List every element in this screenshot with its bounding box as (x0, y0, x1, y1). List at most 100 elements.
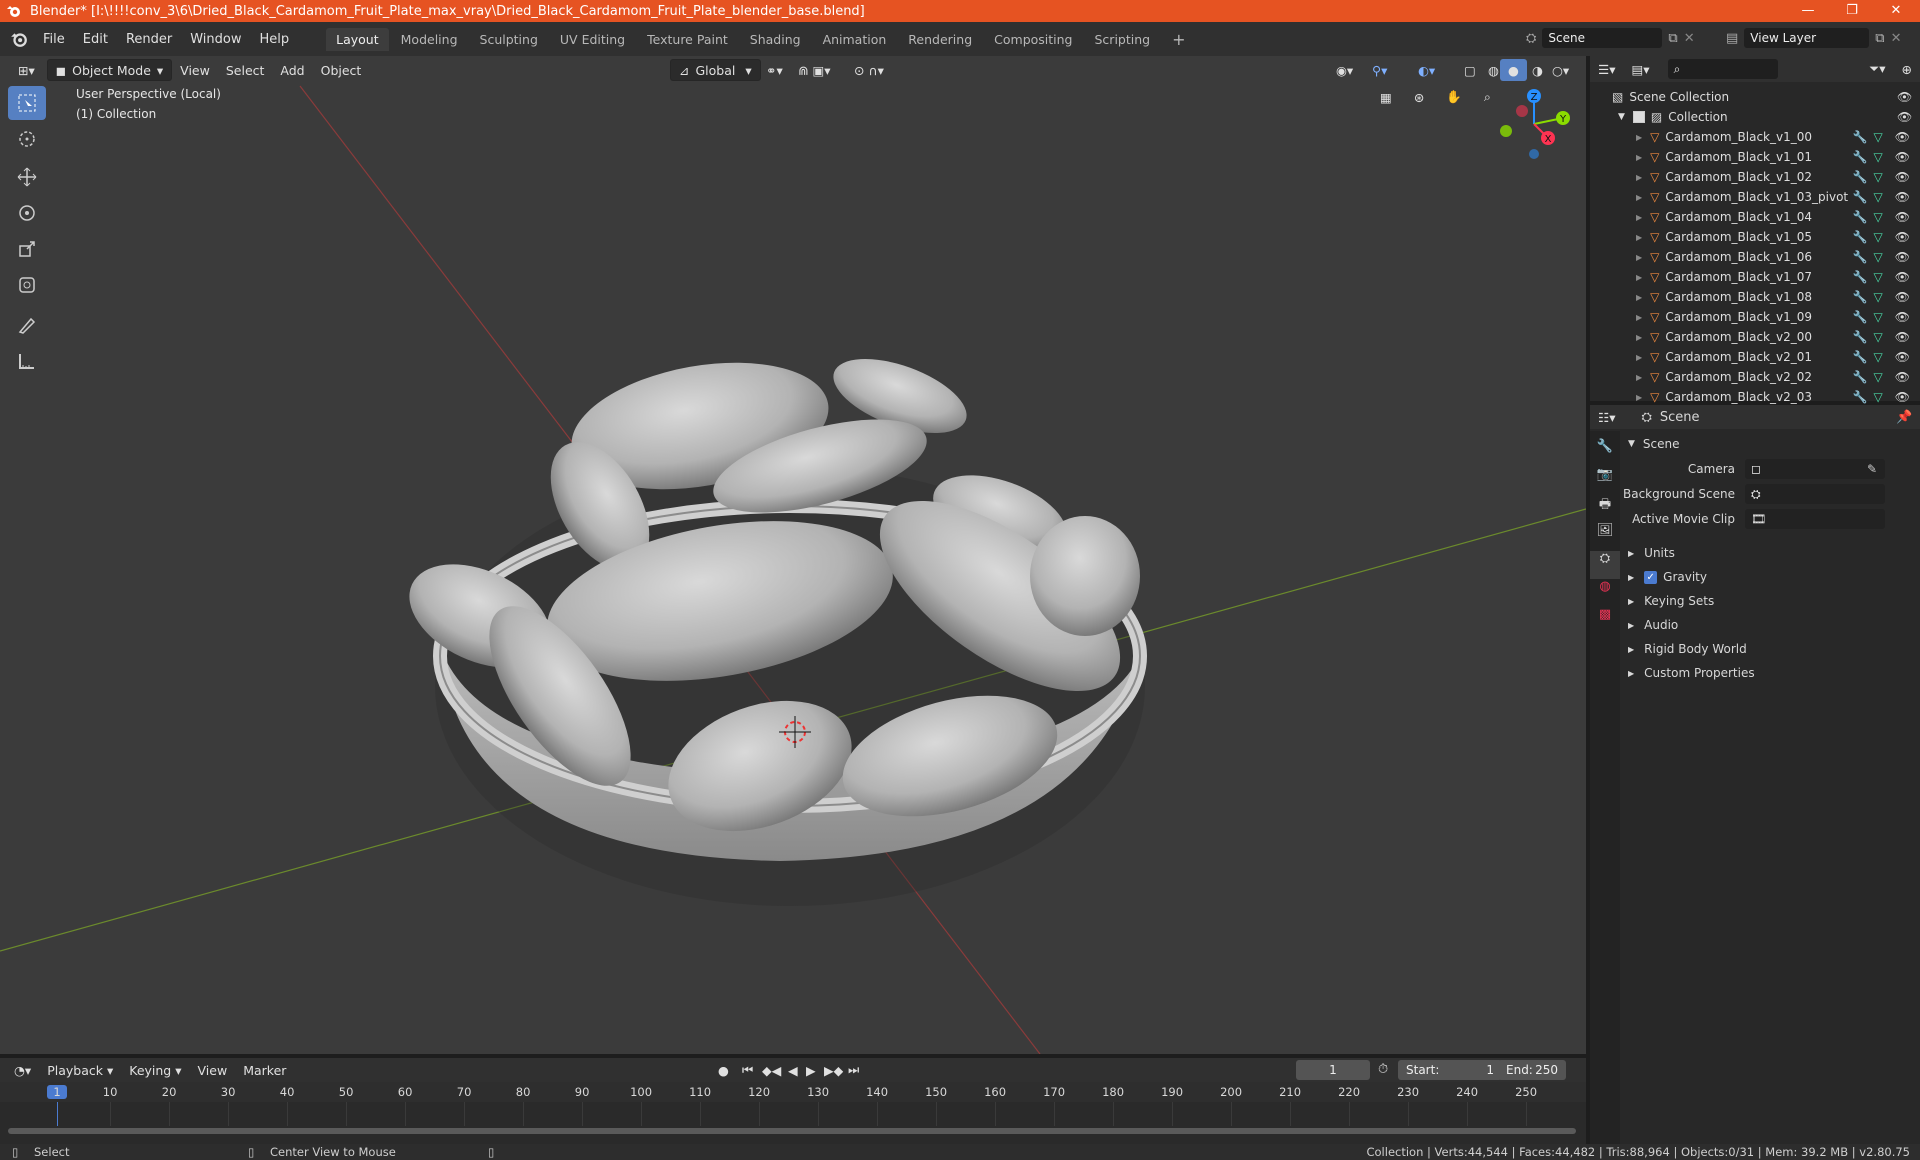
transform-tool-icon[interactable] (8, 268, 46, 302)
filter-icon[interactable]: ⏷▾ (1861, 58, 1893, 80)
collapse-arrow-icon[interactable]: ▶ (1628, 573, 1634, 582)
scene-panel-header[interactable]: ▼ Scene (1620, 432, 1920, 456)
expand-arrow-icon[interactable]: ▶ (1636, 293, 1642, 302)
toggle-grid-icon[interactable]: ▦ (1372, 86, 1400, 108)
collapse-arrow-icon[interactable]: ▶ (1628, 669, 1634, 678)
collection-row[interactable]: ▼ ▨ Collection 👁 (1590, 107, 1920, 127)
mesh-data-icon[interactable]: ▽ (1874, 210, 1883, 224)
section-custom-properties[interactable]: ▶ Custom Properties (1620, 661, 1920, 685)
outliner-search-input[interactable]: ⌕ (1667, 59, 1778, 79)
visibility-icon[interactable]: ◉▾ (1328, 59, 1361, 81)
tab-rendering[interactable]: Rendering (898, 28, 982, 51)
remove-scene-icon[interactable]: ✕ (1684, 31, 1695, 46)
modifier-icon[interactable]: 🔧 (1853, 350, 1868, 364)
modifier-icon[interactable]: 🔧 (1853, 130, 1868, 144)
shading-solid-icon[interactable]: ● (1500, 59, 1527, 81)
outliner-object-row[interactable]: ▶ ▽ Cardamom_Black_v1_01 🔧 ▽ 👁 (1590, 147, 1920, 167)
section-rigid-body-world[interactable]: ▶ Rigid Body World (1620, 637, 1920, 661)
snap-icon[interactable]: ⋒ ▣▾ (790, 59, 839, 81)
end-frame-field[interactable]: End: 250 (1498, 1060, 1566, 1080)
outliner-editor-type-icon[interactable]: ☰▾ (1590, 58, 1623, 80)
eye-icon[interactable]: 👁 (1895, 330, 1910, 344)
mesh-data-icon[interactable]: ▽ (1874, 150, 1883, 164)
scene-tab-icon[interactable]: ⛭ (1590, 551, 1620, 579)
cursor-tool-icon[interactable] (8, 122, 46, 156)
current-frame-field[interactable]: 1 (1296, 1060, 1370, 1080)
tab-compositing[interactable]: Compositing (984, 28, 1082, 51)
eye-icon[interactable]: 👁 (1895, 130, 1910, 144)
new-collection-icon[interactable]: ⊕ (1894, 58, 1920, 80)
modifier-icon[interactable]: 🔧 (1853, 390, 1868, 404)
tab-modeling[interactable]: Modeling (391, 28, 468, 51)
rotate-tool-icon[interactable] (8, 196, 46, 230)
minimize-button[interactable]: — (1786, 0, 1830, 22)
collapse-arrow-icon[interactable]: ▶ (1628, 621, 1634, 630)
output-tab-icon[interactable]: 🖶 (1590, 495, 1620, 523)
pivot-icon[interactable]: ⚭▾ (758, 59, 791, 81)
timeline-menu-marker[interactable]: Marker (235, 1059, 294, 1081)
expand-arrow-icon[interactable]: ▶ (1636, 253, 1642, 262)
world-tab-icon[interactable]: ◍ (1590, 579, 1620, 607)
eye-icon[interactable]: 👁 (1895, 150, 1910, 164)
copy-scene-icon[interactable]: ⧉ (1668, 31, 1677, 46)
viewport-menu-view[interactable]: View (172, 59, 218, 81)
mesh-data-icon[interactable]: ▽ (1874, 230, 1883, 244)
outliner-object-row[interactable]: ▶ ▽ Cardamom_Black_v1_05 🔧 ▽ 👁 (1590, 227, 1920, 247)
timeline-scrollbar[interactable] (8, 1128, 1576, 1134)
section-audio[interactable]: ▶ Audio (1620, 613, 1920, 637)
tab-uv-editing[interactable]: UV Editing (550, 28, 635, 51)
scene-selector[interactable]: ⛭ Scene ⧉ ✕ (1526, 28, 1695, 48)
timeline-menu-playback[interactable]: Playback ▾ (39, 1059, 121, 1081)
background-scene-field[interactable]: Background Scene ⛭ (1620, 482, 1920, 506)
tab-animation[interactable]: Animation (813, 28, 897, 51)
shading-rendered-icon[interactable]: ○▾ (1544, 59, 1577, 81)
3d-viewport[interactable] (0, 56, 1586, 1054)
menu-render[interactable]: Render (117, 32, 181, 47)
select-box-tool-icon[interactable] (8, 86, 46, 120)
eye-icon[interactable]: 👁 (1895, 350, 1910, 364)
mesh-data-icon[interactable]: ▽ (1874, 250, 1883, 264)
tab-layout[interactable]: Layout (326, 27, 389, 51)
annotate-tool-icon[interactable] (8, 308, 46, 342)
expand-arrow-icon[interactable]: ▶ (1636, 373, 1642, 382)
pin-icon[interactable]: 📌 (1896, 410, 1912, 425)
section-units[interactable]: ▶ Units (1620, 541, 1920, 565)
viewlayer-name-field[interactable]: View Layer (1744, 28, 1870, 48)
background-scene-input[interactable]: ⛭ (1745, 484, 1885, 504)
mesh-data-icon[interactable]: ▽ (1874, 310, 1883, 324)
expand-arrow-icon[interactable]: ▶ (1636, 173, 1642, 182)
tab-texture-paint[interactable]: Texture Paint (637, 28, 738, 51)
scale-tool-icon[interactable] (8, 232, 46, 266)
maximize-button[interactable]: ❐ (1830, 0, 1874, 22)
collapse-arrow-icon[interactable]: ▼ (1628, 439, 1635, 449)
eye-icon[interactable]: 👁 (1895, 190, 1910, 204)
outliner-object-row[interactable]: ▶ ▽ Cardamom_Black_v1_03_pivot 🔧 ▽ 👁 (1590, 187, 1920, 207)
menu-edit[interactable]: Edit (74, 32, 117, 47)
mesh-data-icon[interactable]: ▽ (1874, 290, 1883, 304)
collapse-arrow-icon[interactable]: ▶ (1628, 645, 1634, 654)
eye-icon[interactable]: 👁 (1895, 290, 1910, 304)
eye-icon[interactable]: 👁 (1895, 170, 1910, 184)
outliner-object-row[interactable]: ▶ ▽ Cardamom_Black_v2_02 🔧 ▽ 👁 (1590, 367, 1920, 387)
scene-name-field[interactable]: Scene (1542, 28, 1663, 48)
mesh-data-icon[interactable]: ▽ (1874, 330, 1883, 344)
mesh-data-icon[interactable]: ▽ (1874, 270, 1883, 284)
measure-tool-icon[interactable] (8, 344, 46, 378)
display-mode-icon[interactable]: ▤▾ (1623, 58, 1657, 80)
collapse-arrow-icon[interactable]: ▶ (1628, 597, 1634, 606)
eye-icon[interactable]: 👁 (1897, 90, 1912, 104)
record-icon[interactable]: ● (710, 1059, 737, 1081)
viewport-menu-add[interactable]: Add (272, 59, 312, 81)
overlay-toggle-icon[interactable]: ◐▾ (1410, 59, 1443, 81)
expand-arrow-icon[interactable]: ▶ (1636, 133, 1642, 142)
menu-window[interactable]: Window (181, 32, 250, 47)
eye-icon[interactable]: 👁 (1895, 390, 1910, 404)
copy-viewlayer-icon[interactable]: ⧉ (1875, 31, 1884, 46)
jump-end-icon[interactable]: ⏭ (840, 1059, 867, 1081)
viewport-scene[interactable] (0, 56, 1586, 1054)
modifier-icon[interactable]: 🔧 (1853, 270, 1868, 284)
camera-field[interactable]: Camera ◻ ✎ (1620, 457, 1920, 481)
expand-arrow-icon[interactable]: ▶ (1636, 313, 1642, 322)
outliner-object-row[interactable]: ▶ ▽ Cardamom_Black_v2_00 🔧 ▽ 👁 (1590, 327, 1920, 347)
eye-icon[interactable]: 👁 (1897, 110, 1912, 124)
